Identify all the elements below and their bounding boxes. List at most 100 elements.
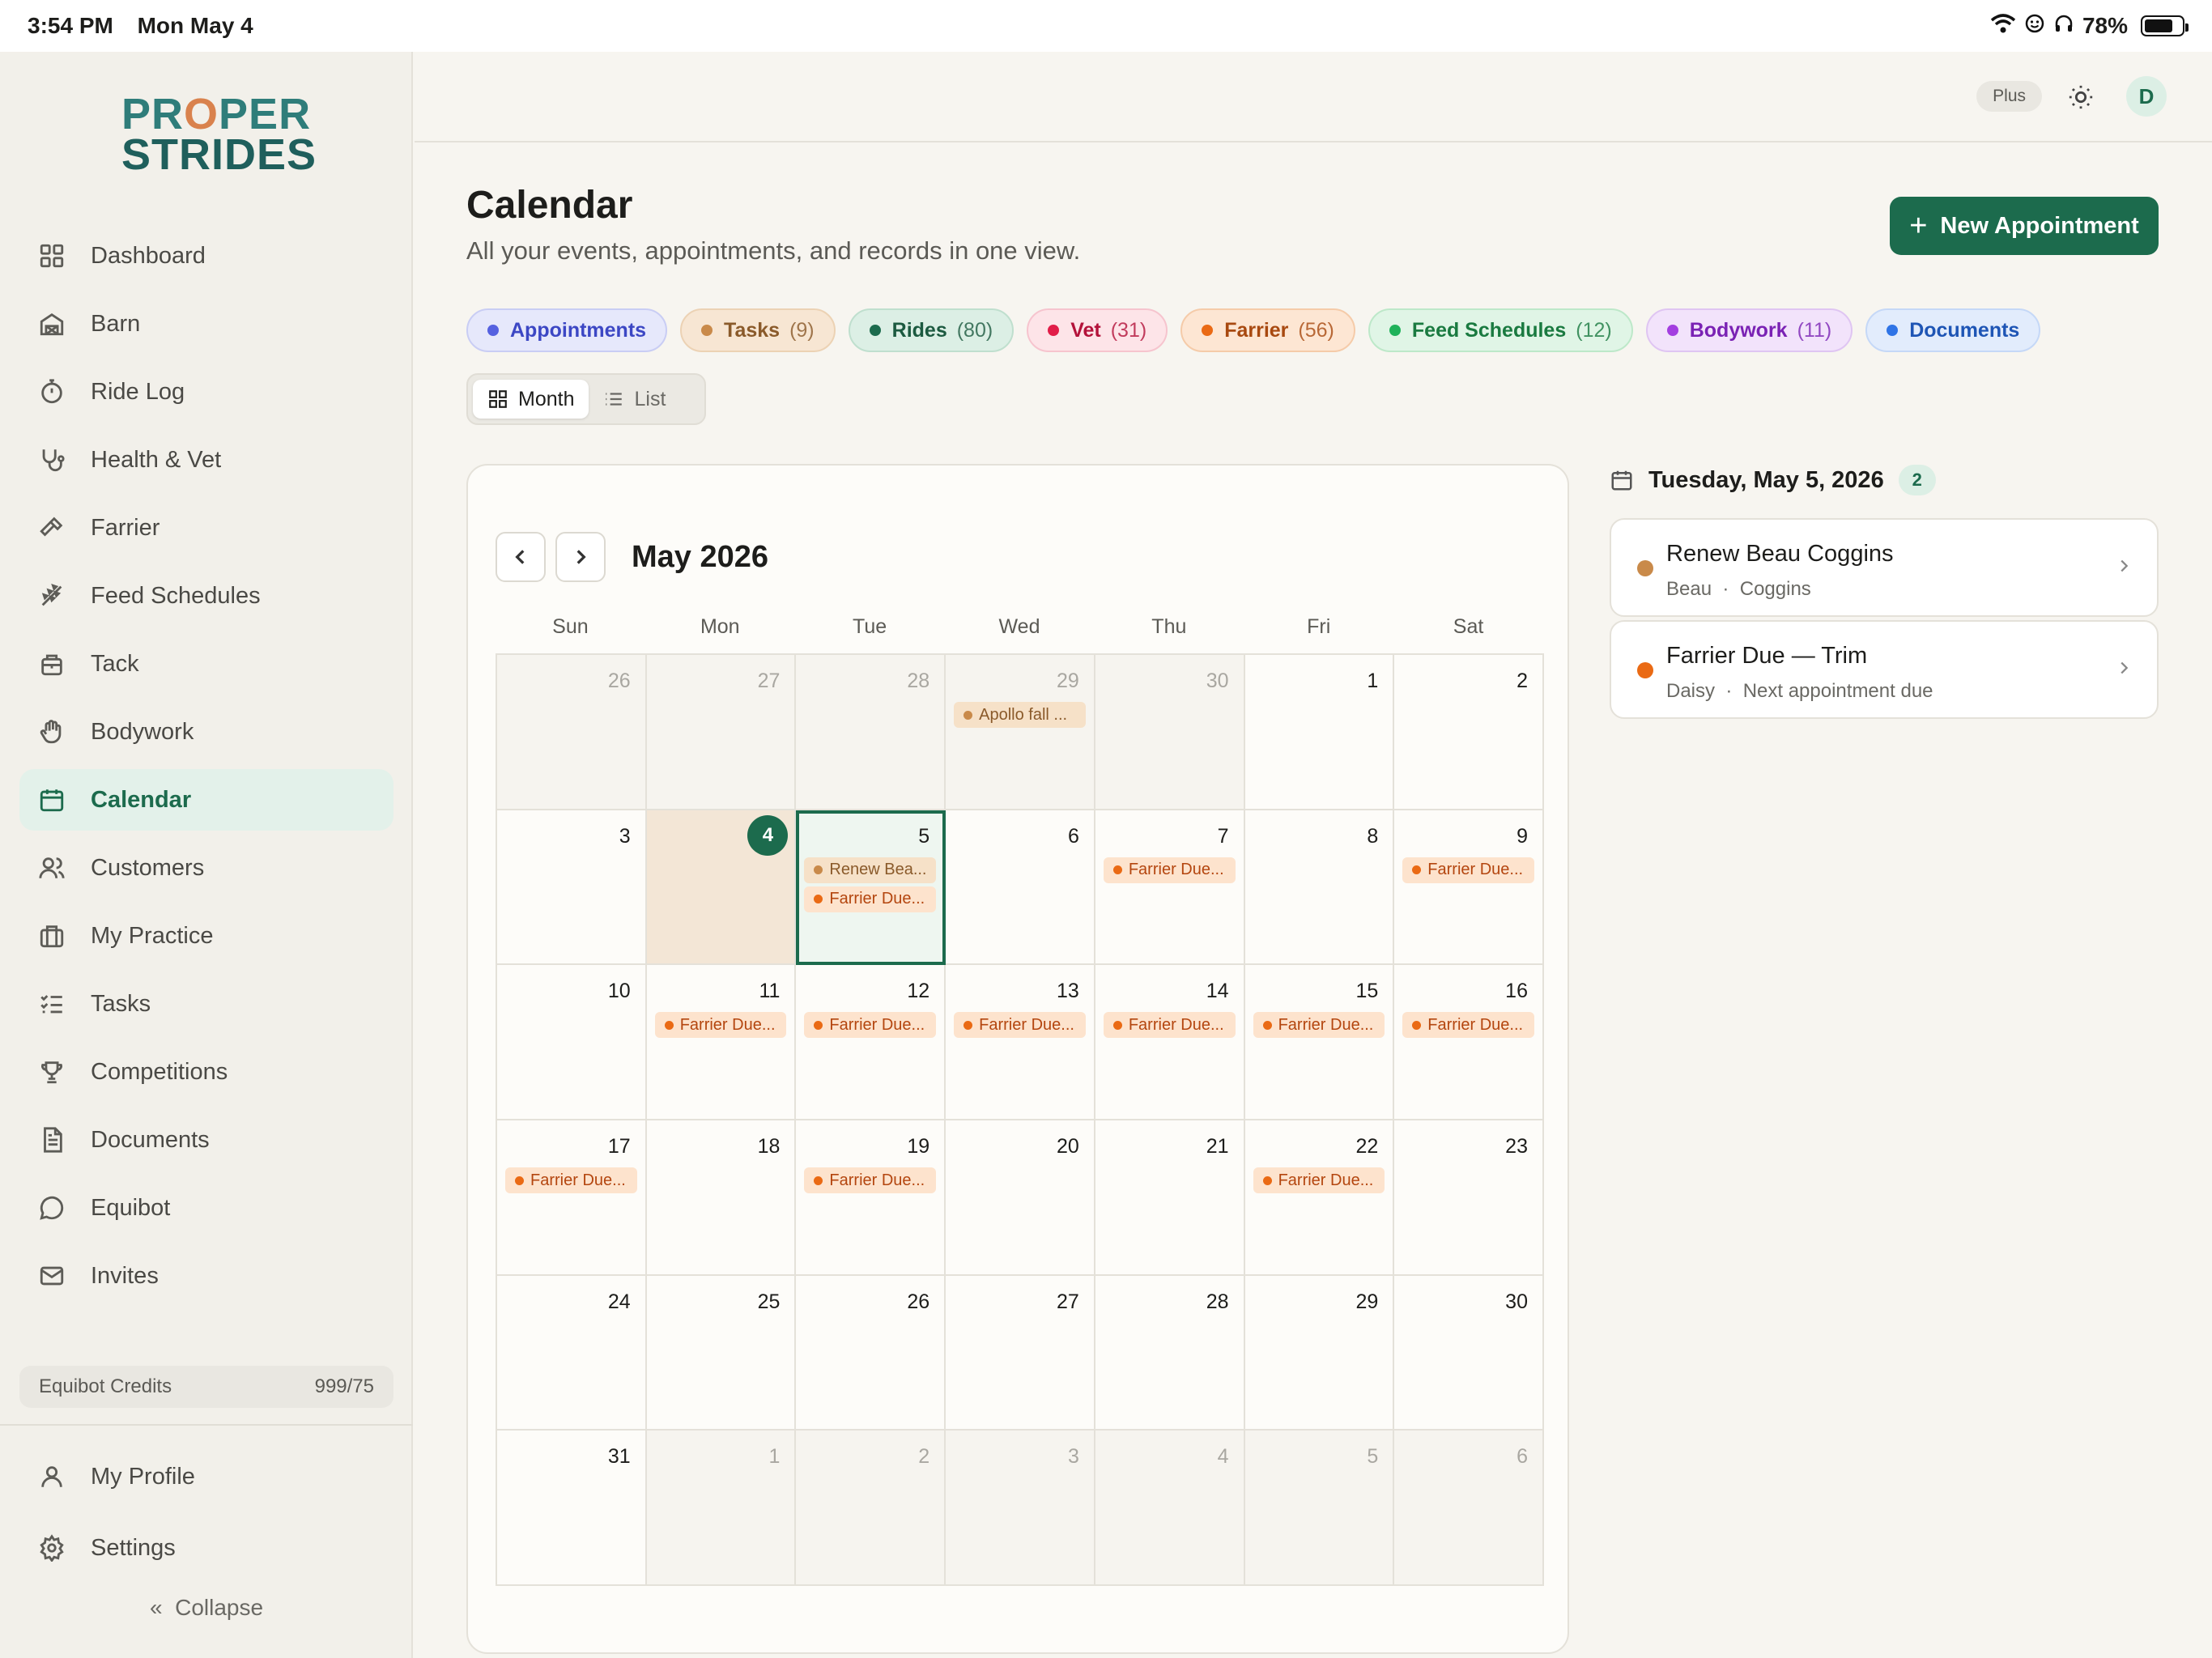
day-cell[interactable]: 7 Farrier Due... — [1095, 810, 1245, 966]
day-cell[interactable]: 13 Farrier Due... — [946, 965, 1095, 1120]
calendar-event[interactable]: Renew Bea... — [804, 857, 937, 883]
calendar-event[interactable]: Farrier Due... — [1402, 857, 1534, 883]
filter-chip-documents[interactable]: Documents — [1865, 308, 2041, 352]
day-cell[interactable]: 15 Farrier Due... — [1244, 965, 1395, 1120]
day-cell[interactable]: 10 — [497, 965, 647, 1120]
day-cell[interactable]: 11 Farrier Due... — [646, 965, 797, 1120]
sidebar-item-bodywork[interactable]: Bodywork — [19, 701, 393, 763]
day-cell[interactable]: 21 — [1095, 1120, 1245, 1276]
sidebar-item-tack[interactable]: Tack — [19, 633, 393, 695]
avatar[interactable]: D — [2126, 76, 2167, 117]
day-cell[interactable]: 6 — [946, 810, 1095, 966]
day-cell[interactable]: 1 — [1244, 655, 1395, 810]
filter-chip-feed-schedules[interactable]: Feed Schedules (12) — [1368, 308, 1633, 352]
chat-icon — [37, 1193, 66, 1222]
new-appointment-button[interactable]: + New Appointment — [1890, 197, 2159, 255]
day-cell[interactable]: 2 — [796, 1431, 946, 1586]
day-cell[interactable]: 2 — [1394, 655, 1544, 810]
day-cell[interactable]: 31 — [497, 1431, 647, 1586]
sidebar-item-my-practice[interactable]: My Practice — [19, 905, 393, 967]
day-cell[interactable]: 27 — [946, 1275, 1095, 1431]
filter-chip-rides[interactable]: Rides (80) — [848, 308, 1015, 352]
day-cell[interactable]: 9 Farrier Due... — [1394, 810, 1544, 966]
collapse-button[interactable]: « Collapse — [0, 1595, 413, 1621]
day-cell[interactable]: 25 — [646, 1275, 797, 1431]
day-cell[interactable]: 5 Renew Bea... Farrier Due... — [796, 810, 946, 966]
briefcase-icon — [37, 921, 66, 950]
day-cell[interactable]: 3 — [497, 810, 647, 966]
filter-label: Farrier — [1224, 318, 1289, 342]
calendar-event[interactable]: Farrier Due... — [1103, 857, 1236, 883]
day-cell[interactable]: 3 — [946, 1431, 1095, 1586]
sidebar-item-settings[interactable]: Settings — [19, 1517, 393, 1579]
day-cell[interactable]: 30 — [1095, 655, 1245, 810]
calendar-event[interactable]: Farrier Due... — [1253, 1167, 1385, 1193]
calendar-event[interactable]: Farrier Due... — [954, 1012, 1086, 1039]
appointment-dot — [1637, 560, 1653, 576]
day-cell[interactable]: 22 Farrier Due... — [1244, 1120, 1395, 1276]
sidebar-item-tasks[interactable]: Tasks — [19, 973, 393, 1035]
sidebar-item-feed-schedules[interactable]: Feed Schedules — [19, 565, 393, 627]
calendar-event[interactable]: Farrier Due... — [1402, 1012, 1534, 1039]
day-cell[interactable]: 27 — [646, 655, 797, 810]
sidebar-item-equibot[interactable]: Equibot — [19, 1177, 393, 1239]
view-list-button[interactable]: List — [589, 380, 680, 419]
event-dot — [1112, 1020, 1122, 1030]
next-month-button[interactable] — [555, 532, 606, 582]
day-cell[interactable]: 14 Farrier Due... — [1095, 965, 1245, 1120]
sidebar-item-farrier[interactable]: Farrier — [19, 497, 393, 559]
sidebar-item-dashboard[interactable]: Dashboard — [19, 225, 393, 287]
day-cell[interactable]: 19 Farrier Due... — [796, 1120, 946, 1276]
day-cell[interactable]: 20 — [946, 1120, 1095, 1276]
theme-toggle-button[interactable] — [2063, 79, 2099, 115]
day-cell[interactable]: 28 — [1095, 1275, 1245, 1431]
day-cell[interactable]: 26 — [796, 1275, 946, 1431]
day-cell[interactable]: 8 — [1244, 810, 1395, 966]
day-cell[interactable]: 23 — [1394, 1120, 1544, 1276]
sidebar-item-documents[interactable]: Documents — [19, 1109, 393, 1171]
day-cell[interactable]: 24 — [497, 1275, 647, 1431]
filter-chip-farrier[interactable]: Farrier (56) — [1180, 308, 1355, 352]
day-cell[interactable]: 29 Apollo fall ... — [946, 655, 1095, 810]
sidebar-item-competitions[interactable]: Competitions — [19, 1041, 393, 1103]
logo[interactable]: PROPER STRIDES — [121, 92, 316, 176]
filter-chip-tasks[interactable]: Tasks (9) — [680, 308, 836, 352]
calendar-event[interactable]: Farrier Due... — [1103, 1012, 1236, 1039]
day-cell[interactable]: 16 Farrier Due... — [1394, 965, 1544, 1120]
day-cell[interactable]: 4 — [646, 810, 797, 966]
calendar-event[interactable]: Farrier Due... — [804, 1167, 937, 1193]
sidebar-item-ride-log[interactable]: Ride Log — [19, 361, 393, 423]
calendar-event[interactable]: Farrier Due... — [804, 1012, 937, 1039]
sidebar-item-calendar[interactable]: Calendar — [19, 769, 393, 831]
appointment-card[interactable]: Renew Beau Coggins Beau · Coggins — [1610, 518, 2159, 617]
filter-chip-vet[interactable]: Vet (31) — [1027, 308, 1168, 352]
sidebar-item-customers[interactable]: Customers — [19, 837, 393, 899]
day-cell[interactable]: 6 — [1394, 1431, 1544, 1586]
day-cell[interactable]: 4 — [1095, 1431, 1245, 1586]
sidebar-item-invites[interactable]: Invites — [19, 1245, 393, 1307]
day-cell[interactable]: 5 — [1244, 1431, 1395, 1586]
appointment-card[interactable]: Farrier Due — Trim Daisy · Next appointme… — [1610, 620, 2159, 719]
calendar-event[interactable]: Farrier Due... — [505, 1167, 637, 1193]
day-cell[interactable]: 30 — [1394, 1275, 1544, 1431]
day-cell[interactable]: 12 Farrier Due... — [796, 965, 946, 1120]
day-cell[interactable]: 28 — [796, 655, 946, 810]
calendar-event[interactable]: Farrier Due... — [804, 886, 937, 912]
day-cell[interactable]: 1 — [646, 1431, 797, 1586]
calendar-event[interactable]: Apollo fall ... — [954, 702, 1086, 728]
calendar-event[interactable]: Farrier Due... — [1253, 1012, 1385, 1039]
day-cell[interactable]: 26 — [497, 655, 647, 810]
day-number: 4 — [1217, 1445, 1229, 1469]
sidebar-item-my-profile[interactable]: My Profile — [19, 1446, 393, 1507]
calendar-event[interactable]: Farrier Due... — [654, 1012, 787, 1039]
day-cell[interactable]: 17 Farrier Due... — [497, 1120, 647, 1276]
focus-icon — [2024, 13, 2045, 40]
filter-chip-appointments[interactable]: Appointments — [466, 308, 668, 352]
sidebar-item-health-and-vet[interactable]: Health & Vet — [19, 429, 393, 491]
sidebar-item-barn[interactable]: Barn — [19, 293, 393, 355]
day-cell[interactable]: 18 — [646, 1120, 797, 1276]
previous-month-button[interactable] — [496, 532, 546, 582]
filter-chip-bodywork[interactable]: Bodywork (11) — [1645, 308, 1853, 352]
day-cell[interactable]: 29 — [1244, 1275, 1395, 1431]
view-month-button[interactable]: Month — [473, 380, 589, 419]
